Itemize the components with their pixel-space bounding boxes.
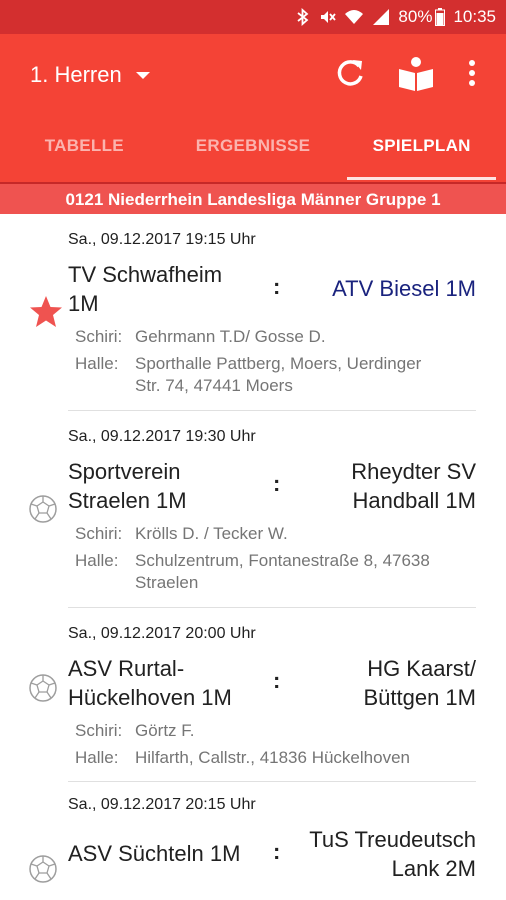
match-item[interactable]: Sa., 09.12.2017 19:15 Uhr TV Schwafheim … (30, 214, 476, 411)
team-selector-label: 1. Herren (30, 62, 122, 87)
match-date: Sa., 09.12.2017 19:30 Uhr (68, 428, 256, 445)
away-team-line: Büttgen 1M (363, 685, 476, 710)
home-team-line: TV Schwafheim (68, 262, 223, 287)
clock-time: 10:35 (453, 7, 496, 26)
home-team: ASV Süchteln 1M (68, 839, 240, 868)
venue-row: Halle: Schulzentrum, Fontanestraße 8, 476… (75, 550, 475, 594)
referee-value: Gehrmann T.D/ Gosse D. (135, 327, 326, 346)
league-group-header: 0121 Niederrhein Landesliga Männer Grupp… (0, 182, 506, 214)
away-team-line: Lank 2M (391, 856, 476, 881)
match-date: Sa., 09.12.2017 20:00 Uhr (68, 625, 256, 642)
match-date: Sa., 09.12.2017 19:15 Uhr (68, 231, 256, 248)
handball-icon[interactable] (28, 494, 58, 529)
venue-value: Hilfarth, Callstr., 41836 Hückelhoven (135, 748, 410, 767)
battery-percent: 80% (398, 7, 433, 26)
home-team-line: ASV Süchteln 1M (68, 841, 241, 866)
score-separator: : (273, 274, 281, 299)
handball-icon[interactable] (28, 673, 58, 708)
match-item[interactable]: Sa., 09.12.2017 20:00 Uhr ASV Rurtal- Hü… (29, 608, 476, 782)
away-team-line: HG Kaarst/ (367, 656, 476, 681)
home-team: ASV Rurtal- Hückelhoven 1M (68, 654, 232, 712)
home-team-line: 1M (68, 291, 99, 316)
referee-row: Schiri: Krölls D. / Tecker W. (75, 523, 475, 545)
reader-book-icon (397, 57, 435, 96)
referee-label: Schiri: (75, 327, 123, 346)
venue-label: Halle: (75, 551, 119, 570)
venue-value: Sporthalle Pattberg, Moers, Uerdinger Str… (135, 353, 475, 397)
referee-row: Schiri: Gehrmann T.D/ Gosse D. (75, 326, 475, 348)
home-team-line: Sportverein (68, 459, 181, 484)
star-icon[interactable] (28, 294, 64, 335)
refresh-button[interactable] (333, 56, 367, 95)
tab-ergebnisse[interactable]: ERGEBNISSE (169, 116, 338, 182)
venue-row: Halle: Sporthalle Pattberg, Moers, Uerdin… (75, 353, 475, 397)
referee-row: Schiri: Görtz F. (75, 720, 475, 742)
away-team-line: Rheydter SV (351, 459, 476, 484)
status-bar: 80% 10:35 (0, 0, 506, 34)
home-team: TV Schwafheim 1M (68, 260, 222, 318)
wifi-icon (344, 8, 364, 26)
match-item[interactable]: Sa., 09.12.2017 19:30 Uhr Sportverein St… (29, 411, 476, 608)
reader-button[interactable] (397, 56, 435, 97)
venue-line: Str. 74, 47441 Moers (135, 376, 293, 395)
tab-bar: TABELLE ERGEBNISSE SPIELPLAN (0, 116, 506, 182)
handball-icon[interactable] (28, 854, 58, 889)
away-team: Rheydter SV Handball 1M (351, 457, 476, 515)
bluetooth-icon (296, 8, 310, 26)
referee-label: Schiri: (75, 721, 123, 740)
venue-line: Schulzentrum, Fontanestraße 8, 47638 (135, 551, 430, 570)
away-team: TuS Treudeutsch Lank 2M (309, 825, 476, 883)
match-list: Sa., 09.12.2017 19:15 Uhr TV Schwafheim … (0, 214, 506, 900)
signal-icon (372, 8, 390, 26)
venue-label: Halle: (75, 748, 119, 767)
battery-icon (435, 8, 446, 26)
refresh-icon (333, 60, 367, 94)
match-item[interactable]: Sa., 09.12.2017 20:15 Uhr ASV Süchteln 1… (29, 782, 476, 900)
referee-value: Görtz F. (135, 721, 195, 740)
away-team-line: ATV Biesel 1M (332, 276, 476, 301)
dropdown-caret-icon (135, 71, 150, 79)
match-date: Sa., 09.12.2017 20:15 Uhr (68, 796, 256, 813)
home-team-line: ASV Rurtal- (68, 656, 185, 681)
referee-value: Krölls D. / Tecker W. (135, 524, 288, 543)
venue-line: Straelen (135, 573, 199, 592)
home-team-line: Hückelhoven 1M (68, 685, 232, 710)
venue-row: Halle: Hilfarth, Callstr., 41836 Hückelho… (75, 747, 475, 769)
team-selector[interactable]: 1. Herren (30, 62, 150, 88)
venue-value: Schulzentrum, Fontanestraße 8, 47638 Stra… (135, 550, 475, 594)
venue-label: Halle: (75, 354, 119, 373)
home-team-line: Straelen 1M (68, 488, 187, 513)
away-team-line: TuS Treudeutsch (309, 827, 476, 852)
score-separator: : (273, 471, 281, 496)
score-separator: : (273, 668, 281, 693)
mute-icon (318, 8, 337, 26)
overflow-menu-button[interactable] (466, 56, 478, 95)
venue-line: Sporthalle Pattberg, Moers, Uerdinger (135, 354, 422, 373)
score-separator: : (273, 839, 281, 864)
away-team: HG Kaarst/ Büttgen 1M (363, 654, 476, 712)
tab-tabelle[interactable]: TABELLE (0, 116, 169, 182)
home-team: Sportverein Straelen 1M (68, 457, 187, 515)
app-bar: 1. Herren (0, 34, 506, 116)
referee-label: Schiri: (75, 524, 123, 543)
away-team-line: Handball 1M (352, 488, 476, 513)
more-vert-icon (466, 60, 478, 94)
tab-spielplan[interactable]: SPIELPLAN (337, 116, 506, 182)
away-team: ATV Biesel 1M (332, 274, 476, 303)
